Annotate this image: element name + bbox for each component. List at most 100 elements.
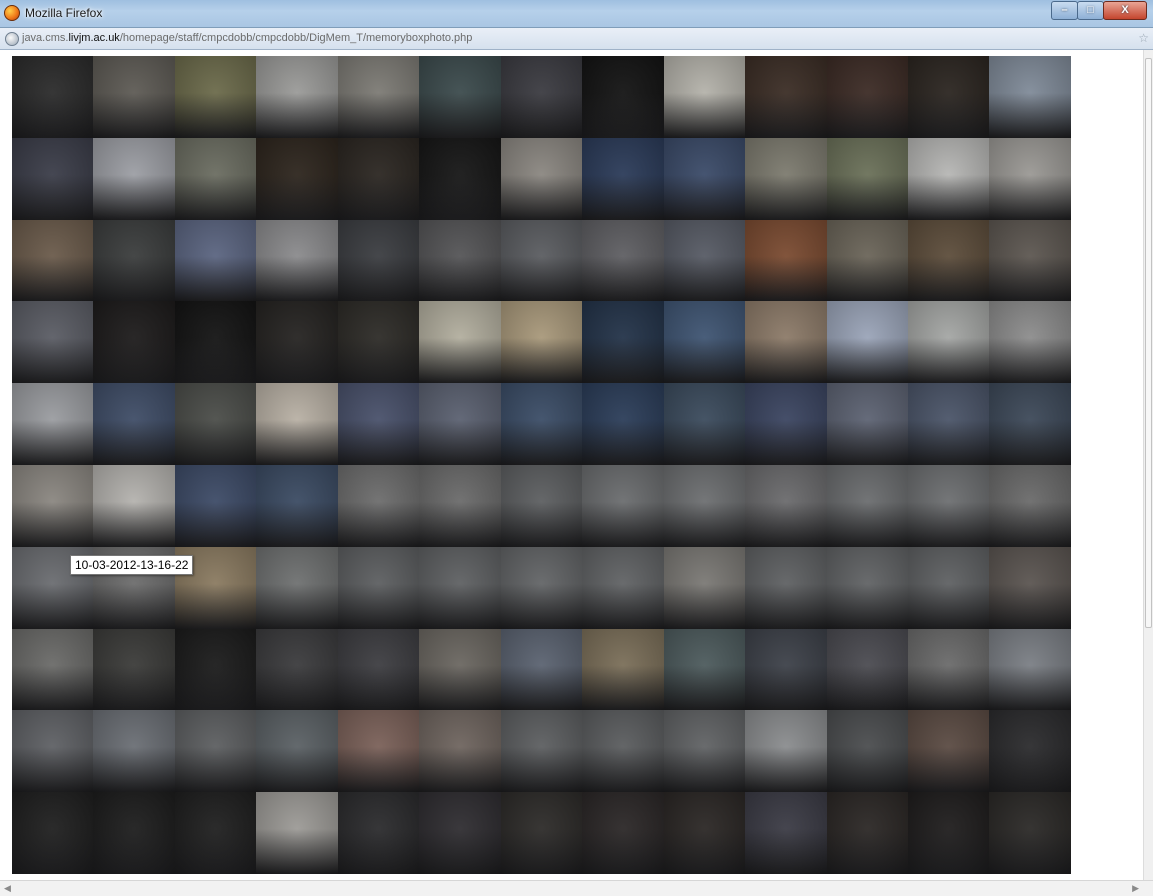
photo-thumbnail[interactable] (663, 546, 746, 629)
photo-thumbnail[interactable] (419, 710, 501, 793)
photo-thumbnail[interactable] (907, 56, 990, 138)
photo-thumbnail[interactable] (256, 56, 338, 138)
photo-thumbnail[interactable] (419, 137, 501, 220)
photo-thumbnail[interactable] (12, 710, 94, 793)
photo-thumbnail[interactable] (500, 301, 583, 384)
address-bar[interactable]: java.cms.livjm.ac.uk/homepage/staff/cmpc… (0, 28, 1153, 50)
photo-thumbnail[interactable] (419, 792, 501, 874)
minimize-button[interactable]: – (1051, 1, 1078, 20)
horizontal-scrollbar[interactable]: ◀ ▶ (0, 880, 1153, 896)
photo-thumbnail[interactable] (500, 383, 583, 465)
photo-thumbnail[interactable] (256, 792, 338, 874)
photo-thumbnail[interactable] (337, 464, 420, 547)
photo-thumbnail[interactable] (745, 301, 827, 384)
photo-thumbnail[interactable] (826, 383, 908, 465)
photo-thumbnail[interactable] (337, 56, 420, 138)
photo-thumbnail[interactable] (663, 383, 746, 465)
photo-thumbnail[interactable] (826, 628, 908, 711)
photo-thumbnail[interactable] (907, 301, 990, 384)
photo-thumbnail[interactable] (663, 710, 746, 793)
photo-thumbnail[interactable] (174, 464, 257, 547)
photo-thumbnail[interactable] (174, 56, 257, 138)
photo-thumbnail[interactable] (907, 137, 990, 220)
photo-thumbnail[interactable] (989, 219, 1071, 302)
photo-thumbnail[interactable] (826, 301, 908, 384)
photo-thumbnail[interactable] (663, 219, 746, 302)
scroll-right-icon[interactable]: ▶ (1132, 883, 1139, 894)
photo-thumbnail[interactable] (989, 792, 1071, 874)
photo-thumbnail[interactable] (989, 710, 1071, 793)
photo-thumbnail[interactable] (745, 546, 827, 629)
photo-thumbnail[interactable] (907, 464, 990, 547)
photo-thumbnail[interactable] (337, 792, 420, 874)
photo-thumbnail[interactable] (989, 56, 1071, 138)
photo-thumbnail[interactable] (337, 219, 420, 302)
close-button[interactable]: X (1103, 1, 1147, 20)
photo-thumbnail[interactable] (337, 710, 420, 793)
photo-thumbnail[interactable] (663, 137, 746, 220)
photo-thumbnail[interactable] (582, 628, 664, 711)
photo-thumbnail[interactable] (256, 219, 338, 302)
photo-thumbnail[interactable] (582, 710, 664, 793)
photo-thumbnail[interactable] (745, 710, 827, 793)
photo-thumbnail[interactable] (582, 383, 664, 465)
photo-thumbnail[interactable] (174, 710, 257, 793)
photo-thumbnail[interactable] (582, 137, 664, 220)
photo-thumbnail[interactable] (93, 137, 175, 220)
photo-thumbnail[interactable] (582, 56, 664, 138)
photo-thumbnail[interactable] (174, 383, 257, 465)
photo-thumbnail[interactable] (174, 137, 257, 220)
photo-thumbnail[interactable] (989, 137, 1071, 220)
photo-thumbnail[interactable] (500, 792, 583, 874)
photo-thumbnail[interactable] (907, 546, 990, 629)
photo-thumbnail[interactable] (582, 219, 664, 302)
photo-thumbnail[interactable] (500, 628, 583, 711)
photo-thumbnail[interactable] (663, 628, 746, 711)
vertical-scroll-thumb[interactable] (1145, 58, 1152, 628)
photo-thumbnail[interactable] (582, 464, 664, 547)
photo-thumbnail[interactable] (93, 628, 175, 711)
photo-thumbnail[interactable] (174, 792, 257, 874)
photo-thumbnail[interactable] (93, 301, 175, 384)
photo-thumbnail[interactable] (907, 792, 990, 874)
photo-thumbnail[interactable] (256, 546, 338, 629)
photo-thumbnail[interactable] (174, 219, 257, 302)
photo-thumbnail[interactable] (826, 710, 908, 793)
photo-thumbnail[interactable] (174, 628, 257, 711)
photo-thumbnail[interactable] (745, 219, 827, 302)
photo-thumbnail[interactable] (93, 383, 175, 465)
photo-thumbnail[interactable] (500, 137, 583, 220)
photo-thumbnail[interactable] (582, 792, 664, 874)
photo-thumbnail[interactable] (256, 137, 338, 220)
photo-thumbnail[interactable] (174, 301, 257, 384)
photo-thumbnail[interactable] (419, 464, 501, 547)
photo-thumbnail[interactable] (256, 710, 338, 793)
photo-thumbnail[interactable] (337, 546, 420, 629)
photo-thumbnail[interactable] (256, 301, 338, 384)
photo-thumbnail[interactable] (12, 383, 94, 465)
photo-thumbnail[interactable] (663, 56, 746, 138)
photo-thumbnail[interactable] (745, 464, 827, 547)
photo-thumbnail[interactable] (500, 56, 583, 138)
site-identity-icon[interactable] (5, 32, 19, 46)
photo-thumbnail[interactable] (12, 56, 94, 138)
photo-thumbnail[interactable] (256, 383, 338, 465)
photo-thumbnail[interactable] (93, 56, 175, 138)
photo-thumbnail[interactable] (989, 628, 1071, 711)
photo-thumbnail[interactable] (256, 628, 338, 711)
photo-thumbnail[interactable] (663, 301, 746, 384)
photo-thumbnail[interactable] (663, 792, 746, 874)
photo-thumbnail[interactable] (12, 301, 94, 384)
photo-thumbnail[interactable] (745, 792, 827, 874)
photo-thumbnail[interactable] (337, 137, 420, 220)
photo-thumbnail[interactable] (826, 56, 908, 138)
photo-thumbnail[interactable] (419, 628, 501, 711)
photo-thumbnail[interactable] (500, 546, 583, 629)
photo-thumbnail[interactable] (93, 464, 175, 547)
photo-thumbnail[interactable] (500, 464, 583, 547)
photo-thumbnail[interactable] (582, 546, 664, 629)
photo-thumbnail[interactable] (663, 464, 746, 547)
photo-thumbnail[interactable] (419, 546, 501, 629)
photo-thumbnail[interactable] (12, 464, 94, 547)
photo-thumbnail[interactable] (826, 546, 908, 629)
